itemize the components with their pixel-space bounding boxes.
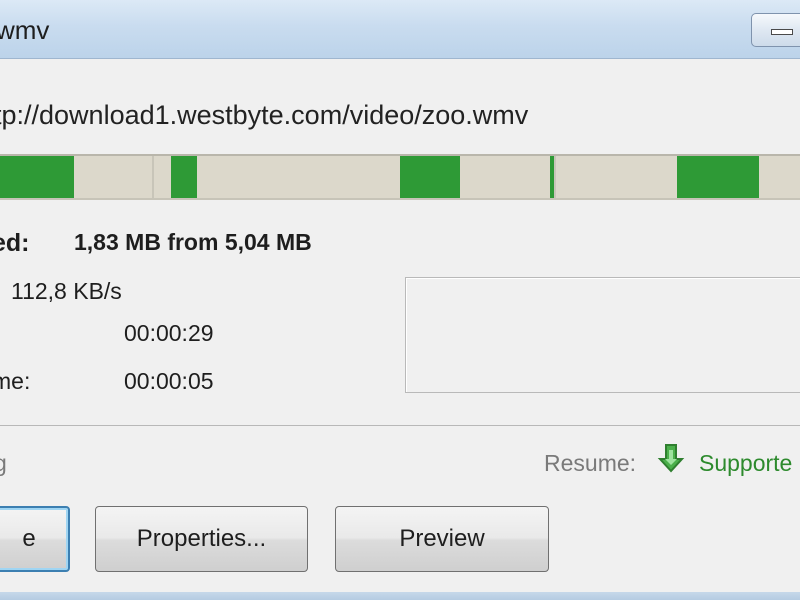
progress-segment [677, 156, 759, 198]
minimize-button[interactable] [751, 13, 800, 47]
time-label-2: me: [0, 368, 31, 394]
properties-button[interactable]: Properties... [95, 506, 308, 572]
window-bottom-edge [0, 592, 800, 600]
resume-supported-text: Supporte [699, 450, 793, 476]
first-action-button[interactable]: e [0, 506, 70, 572]
progress-segment [400, 156, 461, 198]
download-url: tp://download1.westbyte.com/video/zoo.wm… [0, 100, 529, 130]
progress-segment [0, 156, 75, 198]
minimize-icon [771, 29, 793, 35]
downloaded-label: ed: [0, 229, 30, 257]
time-value-1: 00:00:29 [124, 320, 214, 346]
time-value-2: 00:00:05 [124, 368, 214, 394]
status-text: g [0, 450, 7, 476]
progress-segment [170, 156, 198, 198]
progress-separator [554, 156, 557, 198]
segmented-progress-bar [0, 154, 800, 200]
resume-label: Resume: [544, 450, 637, 476]
green-arrow-down-icon [657, 444, 685, 473]
speed-value: 112,8 KB/s [11, 278, 122, 304]
window-title: wmv [0, 15, 50, 45]
downloaded-value: 1,83 MB from 5,04 MB [74, 229, 312, 255]
info-panel [405, 277, 800, 393]
title-bar[interactable]: wmv [0, 0, 800, 59]
preview-button[interactable]: Preview [335, 506, 549, 572]
progress-separator [152, 156, 155, 198]
